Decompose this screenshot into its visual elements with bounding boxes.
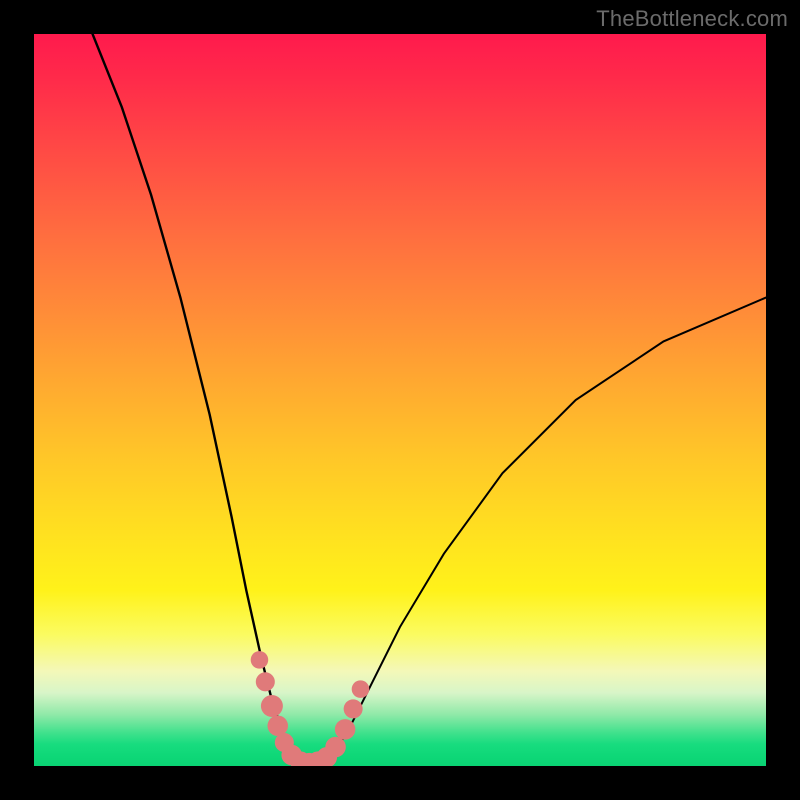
chart-frame: TheBottleneck.com xyxy=(0,0,800,800)
series-left-branch xyxy=(93,34,297,760)
valley-marker xyxy=(261,695,283,717)
plot-area xyxy=(34,34,766,766)
marker-layer xyxy=(251,651,370,766)
watermark-text: TheBottleneck.com xyxy=(596,6,788,32)
series-right-branch xyxy=(327,298,766,761)
valley-marker xyxy=(352,680,370,698)
valley-marker xyxy=(325,737,346,758)
line-layer xyxy=(93,34,766,763)
valley-marker xyxy=(256,672,275,691)
valley-marker xyxy=(251,651,269,669)
valley-marker xyxy=(268,715,289,736)
valley-marker xyxy=(335,719,356,740)
valley-marker xyxy=(344,699,363,718)
chart-svg xyxy=(34,34,766,766)
